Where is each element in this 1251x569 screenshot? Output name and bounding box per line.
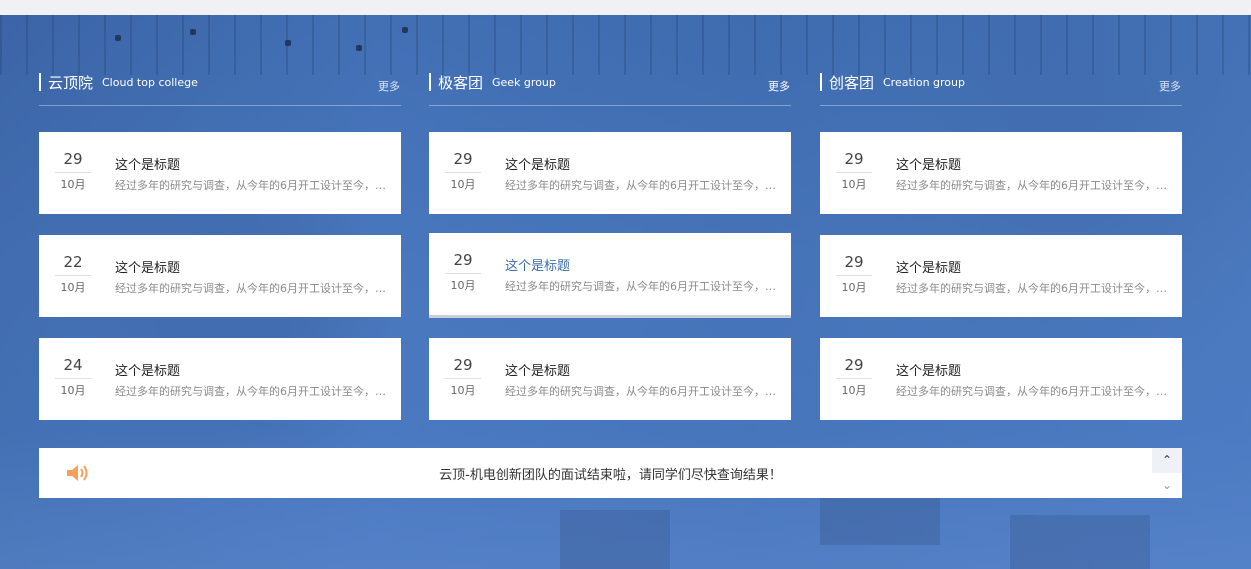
- date-day: 29: [55, 150, 91, 173]
- column-header: 云顶院 Cloud top college 更多: [39, 72, 401, 106]
- card-title[interactable]: 这个是标题: [115, 257, 180, 276]
- news-card[interactable]: 29 10月 这个是标题 经过多年的研究与调查，从今年的6月开工设计至今，已经三…: [820, 235, 1182, 317]
- header-accent-bar: [429, 73, 431, 91]
- date-block: 29 10月: [836, 150, 872, 192]
- date-day: 29: [836, 150, 872, 173]
- date-month: 10月: [841, 178, 867, 191]
- date-month: 10月: [841, 384, 867, 397]
- date-day: 22: [55, 253, 91, 276]
- notice-bar: 云顶-机电创新团队的面试结束啦，请同学们尽快查询结果！ ⌃ ⌄: [39, 448, 1182, 498]
- ceiling-light: [285, 40, 291, 46]
- column-header: 创客团 Creation group 更多: [820, 72, 1182, 106]
- column-title-en: Cloud top college: [102, 76, 198, 89]
- column-title-en: Geek group: [492, 76, 556, 89]
- date-day: 29: [445, 150, 481, 173]
- date-block: 22 10月: [55, 253, 91, 295]
- card-title[interactable]: 这个是标题: [896, 257, 961, 276]
- column-cloud-top-college: 云顶院 Cloud top college 更多 29 10月 这个是标题 经过…: [39, 72, 401, 420]
- date-month: 10月: [60, 178, 86, 191]
- card-description: 经过多年的研究与调查，从今年的6月开工设计至今，已经三月有余: [115, 385, 387, 398]
- more-link[interactable]: 更多: [378, 78, 400, 94]
- card-description: 经过多年的研究与调查，从今年的6月开工设计至今，已经三月有余: [896, 282, 1168, 295]
- date-block: 24 10月: [55, 356, 91, 398]
- date-block: 29 10月: [836, 253, 872, 295]
- date-block: 29 10月: [445, 150, 481, 192]
- card-title[interactable]: 这个是标题: [896, 154, 961, 173]
- column-title-cn: 极客团: [438, 74, 484, 92]
- card-title[interactable]: 这个是标题: [505, 360, 570, 379]
- news-card[interactable]: 29 10月 这个是标题 经过多年的研究与调查，从今年的6月开工设计至今，已经三…: [429, 338, 791, 420]
- news-card[interactable]: 24 10月 这个是标题 经过多年的研究与调查，从今年的6月开工设计至今，已经三…: [39, 338, 401, 420]
- card-description: 经过多年的研究与调查，从今年的6月开工设计至今，已经三月有余: [115, 179, 387, 192]
- date-day: 29: [445, 251, 481, 274]
- date-month: 10月: [450, 178, 476, 191]
- column-title-cn: 云顶院: [48, 74, 94, 92]
- date-day: 29: [836, 253, 872, 276]
- date-month: 10月: [60, 384, 86, 397]
- ceiling-light: [356, 45, 362, 51]
- more-link[interactable]: 更多: [768, 78, 790, 94]
- card-description: 经过多年的研究与调查，从今年的6月开工设计至今，已经三月有余: [896, 179, 1168, 192]
- date-day: 29: [836, 356, 872, 379]
- card-title[interactable]: 这个是标题: [505, 255, 570, 274]
- card-title[interactable]: 这个是标题: [896, 360, 961, 379]
- date-block: 29 10月: [445, 356, 481, 398]
- news-card[interactable]: 29 10月 这个是标题 经过多年的研究与调查，从今年的6月开工设计至今，已经三…: [820, 338, 1182, 420]
- date-month: 10月: [450, 279, 476, 292]
- news-card-active[interactable]: 29 10月 这个是标题 经过多年的研究与调查，从今年的6月开工设计至今，已经三…: [429, 233, 791, 315]
- news-card[interactable]: 29 10月 这个是标题 经过多年的研究与调查，从今年的6月开工设计至今，已经三…: [429, 132, 791, 214]
- date-day: 24: [55, 356, 91, 379]
- card-title[interactable]: 这个是标题: [115, 360, 180, 379]
- news-card[interactable]: 29 10月 这个是标题 经过多年的研究与调查，从今年的6月开工设计至今，已经三…: [39, 132, 401, 214]
- card-description: 经过多年的研究与调查，从今年的6月开工设计至今，已经三月有余: [505, 179, 777, 192]
- top-strip: [0, 0, 1251, 15]
- date-month: 10月: [450, 384, 476, 397]
- notice-text[interactable]: 云顶-机电创新团队的面试结束啦，请同学们尽快查询结果！: [39, 464, 1182, 483]
- more-link[interactable]: 更多: [1159, 78, 1181, 94]
- column-header: 极客团 Geek group 更多: [429, 72, 791, 106]
- ceiling-light: [402, 27, 408, 33]
- date-block: 29 10月: [55, 150, 91, 192]
- ceiling-decoration: [0, 15, 1251, 75]
- column-title-cn: 创客团: [829, 74, 875, 92]
- date-block: 29 10月: [445, 251, 481, 293]
- floor-tile: [1010, 515, 1150, 569]
- card-title[interactable]: 这个是标题: [115, 154, 180, 173]
- card-description: 经过多年的研究与调查，从今年的6月开工设计至今，已经三月有余: [505, 280, 777, 293]
- column-geek-group: 极客团 Geek group 更多 29 10月 这个是标题 经过多年的研究与调…: [429, 72, 791, 420]
- header-accent-bar: [39, 73, 41, 91]
- ceiling-light: [115, 35, 121, 41]
- date-month: 10月: [60, 281, 86, 294]
- card-description: 经过多年的研究与调查，从今年的6月开工设计至今，已经三月有余: [505, 385, 777, 398]
- chevron-up-icon[interactable]: ⌃: [1152, 448, 1182, 473]
- chevron-down-icon[interactable]: ⌄: [1152, 473, 1182, 498]
- date-month: 10月: [841, 281, 867, 294]
- floor-tile: [560, 510, 670, 569]
- news-card[interactable]: 22 10月 这个是标题 经过多年的研究与调查，从今年的6月开工设计至今，已经三…: [39, 235, 401, 317]
- card-title[interactable]: 这个是标题: [505, 154, 570, 173]
- column-title-en: Creation group: [883, 76, 965, 89]
- date-day: 29: [445, 356, 481, 379]
- card-description: 经过多年的研究与调查，从今年的6月开工设计至今，已经三月有余: [115, 282, 387, 295]
- ceiling-light: [190, 29, 196, 35]
- column-creation-group: 创客团 Creation group 更多 29 10月 这个是标题 经过多年的…: [820, 72, 1182, 420]
- card-description: 经过多年的研究与调查，从今年的6月开工设计至今，已经三月有余: [896, 385, 1168, 398]
- news-card[interactable]: 29 10月 这个是标题 经过多年的研究与调查，从今年的6月开工设计至今，已经三…: [820, 132, 1182, 214]
- header-accent-bar: [820, 73, 822, 91]
- date-block: 29 10月: [836, 356, 872, 398]
